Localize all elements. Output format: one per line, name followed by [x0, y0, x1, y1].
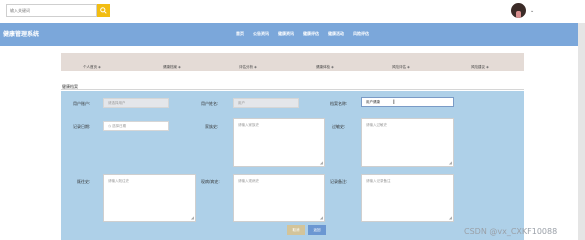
resize-handle-icon[interactable]: ◢ [320, 216, 323, 220]
record-note-textarea[interactable]: 请输入记录备注 ◢ [361, 174, 454, 222]
current-disease-label: 现病/病史: [201, 179, 220, 184]
sub-tabs: 个人首页 ◈ 健康档案 ◈ 评估分析 ◈ 健康体检 ◈ 风险评估 ◈ 风险建议 … [61, 53, 524, 71]
archive-name-field[interactable]: 用户健康 [361, 97, 454, 107]
family-history-textarea[interactable]: 请输入家族史 ◢ [233, 118, 325, 167]
resize-handle-icon[interactable]: ◢ [191, 216, 194, 220]
nav-risk-assessment[interactable]: 风险评估 [353, 31, 369, 37]
top-bar: 输入关键词 ⌄ [0, 0, 585, 23]
tab-assessment-analysis[interactable]: 评估分析 ◈ [239, 65, 257, 70]
nav-health-activities[interactable]: 健康活动 [328, 31, 344, 37]
scrollbar[interactable] [578, 23, 585, 240]
nav-home[interactable]: 首页 [236, 31, 244, 37]
cancel-button[interactable]: 取消 [287, 225, 305, 235]
search-icon [100, 7, 107, 14]
brand-title: 健康管理系统 [3, 31, 40, 38]
user-account-select[interactable]: 请选择用户 [103, 98, 169, 108]
avatar[interactable] [511, 3, 526, 18]
tab-health-records[interactable]: 健康档案 ◈ [163, 65, 181, 70]
text-cursor-icon: I [393, 99, 395, 106]
record-note-label: 记录备注: [330, 179, 348, 184]
record-date-label: 记录日期: [73, 124, 91, 129]
watermark: CSDN @vx_CXKF10088 [464, 227, 558, 236]
nav-health-info[interactable]: 健康资讯 [278, 31, 294, 37]
return-button[interactable]: 返回 [308, 225, 326, 235]
tab-risk-advice[interactable]: 风险建议 ◈ [471, 65, 489, 70]
allergy-history-textarea[interactable]: 请输入过敏史 ◢ [361, 118, 454, 167]
past-history-label: 既往史: [77, 179, 91, 184]
resize-handle-icon[interactable]: ◢ [449, 216, 452, 220]
past-history-textarea[interactable]: 请输入既往史 ◢ [103, 174, 196, 222]
user-name-label: 用户姓名: [201, 101, 219, 106]
record-date-picker[interactable]: ◷ 选择日期 [103, 121, 169, 131]
user-name-field[interactable]: 用户 [233, 98, 299, 108]
tab-risk-assessment[interactable]: 风险评估 ◈ [392, 65, 410, 70]
search-button[interactable] [97, 4, 110, 17]
current-disease-textarea[interactable]: 请输入现病史 ◢ [233, 174, 325, 222]
resize-handle-icon[interactable]: ◢ [449, 161, 452, 165]
family-history-label: 家族史: [205, 124, 219, 129]
chevron-down-icon[interactable]: ⌄ [530, 8, 534, 14]
allergy-history-label: 过敏史: [332, 124, 346, 129]
resize-handle-icon[interactable]: ◢ [320, 161, 323, 165]
archive-name-label: 档案名称: [330, 101, 348, 106]
search-input[interactable]: 输入关键词 [6, 4, 97, 17]
tab-personal-home[interactable]: 个人首页 ◈ [83, 65, 101, 70]
user-account-label: 用户账户: [73, 101, 91, 106]
main-navbar: 健康管理系统 首页 公告资讯 健康资讯 健康评估 健康活动 风险评估 [0, 23, 585, 46]
nav-announcements[interactable]: 公告资讯 [253, 31, 269, 37]
tab-health-checkup[interactable]: 健康体检 ◈ [316, 65, 334, 70]
main-menu: 首页 公告资讯 健康资讯 健康评估 健康活动 风险评估 [236, 31, 369, 37]
nav-health-assessment[interactable]: 健康评估 [303, 31, 319, 37]
divider [61, 89, 524, 90]
